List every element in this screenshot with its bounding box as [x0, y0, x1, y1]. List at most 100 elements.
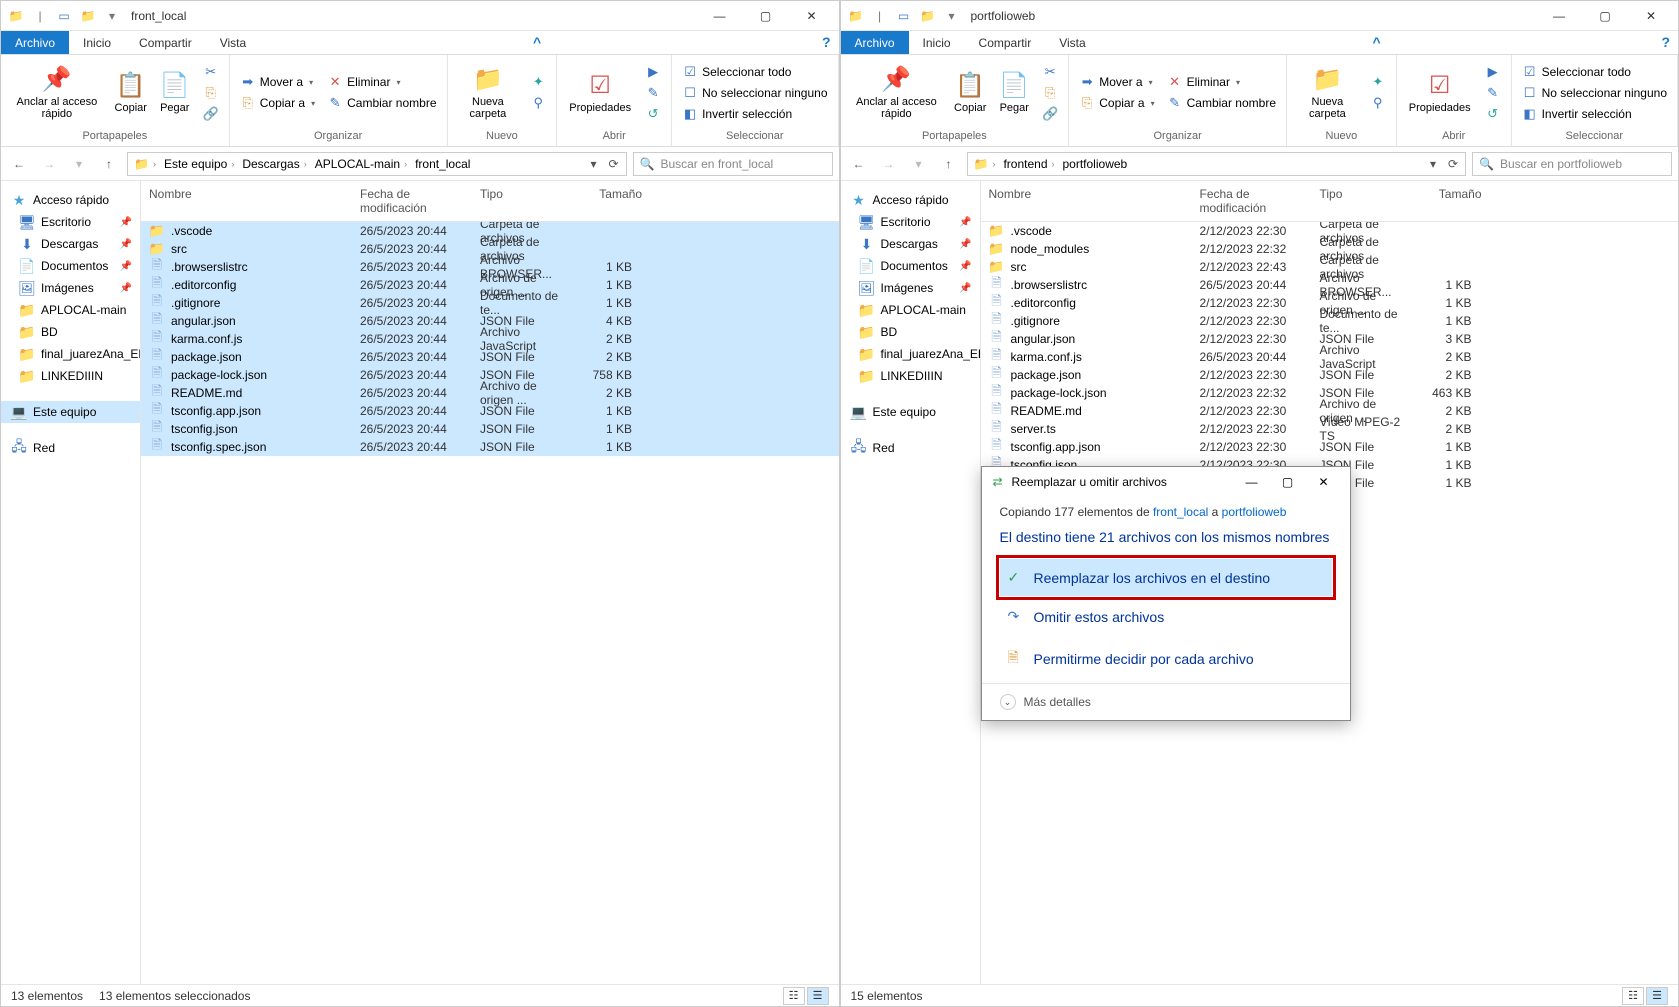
- select-none-button[interactable]: ☐No seleccionar ninguno: [1518, 83, 1671, 103]
- paste-shortcut-button[interactable]: 🔗: [199, 104, 223, 124]
- ribbon-collapse-icon[interactable]: ^: [1364, 31, 1388, 54]
- nav-network[interactable]: 🖧Red: [1, 437, 140, 459]
- properties-icon[interactable]: ▭: [893, 5, 915, 27]
- qat-dropdown-icon[interactable]: ▾: [941, 5, 963, 27]
- file-row[interactable]: 🗎karma.conf.js26/5/2023 20:44Archivo Jav…: [141, 330, 839, 348]
- maximize-button[interactable]: ▢: [743, 1, 789, 31]
- view-details-button[interactable]: ☰: [807, 987, 829, 1005]
- new-item-button[interactable]: ✦: [1366, 72, 1390, 92]
- view-large-icons-button[interactable]: ☷: [783, 987, 805, 1005]
- col-type[interactable]: Tipo: [1316, 181, 1416, 221]
- back-button[interactable]: ←: [7, 152, 31, 176]
- file-row[interactable]: 🗎tsconfig.spec.json26/5/2023 20:44JSON F…: [141, 438, 839, 456]
- close-button[interactable]: ✕: [789, 1, 835, 31]
- file-row[interactable]: 🗎.gitignore26/5/2023 20:44Documento de t…: [141, 294, 839, 312]
- dialog-maximize-button[interactable]: ▢: [1270, 467, 1306, 497]
- easy-access-button[interactable]: ⚲: [1366, 93, 1390, 113]
- file-list[interactable]: Nombre Fecha de modificación Tipo Tamaño…: [141, 181, 839, 984]
- history-button[interactable]: ↺: [641, 104, 665, 124]
- file-row[interactable]: 🗎package.json2/12/2023 22:30JSON File2 K…: [981, 366, 1679, 384]
- col-name[interactable]: Nombre: [981, 181, 1196, 221]
- nav-folder[interactable]: 📁BD: [1, 321, 140, 343]
- history-button[interactable]: ↺: [1481, 104, 1505, 124]
- dialog-dst-link[interactable]: portfolioweb: [1222, 505, 1287, 519]
- addr-dropdown-icon[interactable]: ▾: [584, 153, 604, 175]
- more-details-button[interactable]: Más detalles: [1024, 695, 1091, 709]
- dialog-minimize-button[interactable]: —: [1234, 467, 1270, 497]
- search-input[interactable]: 🔍Buscar en front_local: [633, 152, 833, 176]
- nav-desktop[interactable]: 🖥Escritorio📌: [841, 211, 980, 233]
- pin-quick-access-button[interactable]: 📌Anclar al acceso rápido: [847, 63, 947, 122]
- address-bar[interactable]: 📁› Este equipo› Descargas› APLOCAL-main›…: [127, 152, 627, 176]
- edit-button[interactable]: ✎: [641, 83, 665, 103]
- open-button[interactable]: ▶: [1481, 62, 1505, 82]
- file-row[interactable]: 🗎server.ts2/12/2023 22:30Vídeo MPEG-2 TS…: [981, 420, 1679, 438]
- col-modified[interactable]: Fecha de modificación: [356, 181, 476, 221]
- minimize-button[interactable]: —: [697, 1, 743, 31]
- tab-file[interactable]: Archivo: [1, 31, 69, 54]
- col-name[interactable]: Nombre: [141, 181, 356, 221]
- edit-button[interactable]: ✎: [1481, 83, 1505, 103]
- close-button[interactable]: ✕: [1628, 1, 1674, 31]
- move-to-button[interactable]: ➡Mover a▾: [236, 72, 319, 92]
- nav-quick-access[interactable]: ★Acceso rápido: [841, 189, 980, 211]
- file-row[interactable]: 🗎README.md26/5/2023 20:44Archivo de orig…: [141, 384, 839, 402]
- ribbon-collapse-icon[interactable]: ^: [525, 31, 549, 54]
- nav-desktop[interactable]: 🖥Escritorio📌: [1, 211, 140, 233]
- qat-dropdown-icon[interactable]: ▾: [101, 5, 123, 27]
- paste-button[interactable]: 📄Pegar: [155, 69, 195, 116]
- col-type[interactable]: Tipo: [476, 181, 576, 221]
- help-icon[interactable]: ?: [1653, 31, 1678, 54]
- recent-dropdown[interactable]: ▾: [907, 152, 931, 176]
- col-size[interactable]: Tamaño: [576, 181, 646, 221]
- titlebar[interactable]: 📁 | ▭ 📁 ▾ front_local — ▢ ✕: [1, 1, 839, 31]
- properties-button[interactable]: ☑Propiedades: [563, 69, 637, 116]
- easy-access-button[interactable]: ⚲: [526, 93, 550, 113]
- up-button[interactable]: ↑: [97, 152, 121, 176]
- nav-tree[interactable]: ★Acceso rápido 🖥Escritorio📌 ⬇Descargas📌 …: [1, 181, 141, 984]
- nav-quick-access[interactable]: ★Acceso rápido: [1, 189, 140, 211]
- dialog-titlebar[interactable]: ⇄ Reemplazar u omitir archivos — ▢ ✕: [982, 467, 1350, 497]
- nav-folder[interactable]: 📁APLOCAL-main: [841, 299, 980, 321]
- file-row[interactable]: 🗎package.json26/5/2023 20:44JSON File2 K…: [141, 348, 839, 366]
- option-replace[interactable]: ✓ Reemplazar los archivos en el destino: [1000, 559, 1332, 596]
- nav-network[interactable]: 🖧Red: [841, 437, 980, 459]
- nav-pictures[interactable]: 🖼Imágenes📌: [1, 277, 140, 299]
- refresh-button[interactable]: ⟳: [1443, 153, 1463, 175]
- search-input[interactable]: 🔍Buscar en portfolioweb: [1472, 152, 1672, 176]
- paste-button[interactable]: 📄Pegar: [994, 69, 1034, 116]
- file-row[interactable]: 🗎tsconfig.json26/5/2023 20:44JSON File1 …: [141, 420, 839, 438]
- copy-to-button[interactable]: ⎘Copiar a▾: [1075, 93, 1158, 113]
- cut-button[interactable]: ✂Cortar: [199, 62, 223, 82]
- file-row[interactable]: 🗎.gitignore2/12/2023 22:30Documento de t…: [981, 312, 1679, 330]
- view-large-icons-button[interactable]: ☷: [1622, 987, 1644, 1005]
- tab-home[interactable]: Inicio: [69, 31, 125, 54]
- addr-dropdown-icon[interactable]: ▾: [1423, 153, 1443, 175]
- refresh-button[interactable]: ⟳: [604, 153, 624, 175]
- select-all-button[interactable]: ☑Seleccionar todo: [1518, 62, 1671, 82]
- copy-to-button[interactable]: ⎘Copiar a▾: [236, 93, 319, 113]
- dialog-close-button[interactable]: ✕: [1306, 467, 1342, 497]
- view-details-button[interactable]: ☰: [1646, 987, 1668, 1005]
- nav-folder[interactable]: 📁LINKEDIIIN: [1, 365, 140, 387]
- nav-folder[interactable]: 📁final_juarezAna_EDI: [1, 343, 140, 365]
- rename-button[interactable]: ✎Cambiar nombre: [323, 93, 440, 113]
- tab-home[interactable]: Inicio: [909, 31, 965, 54]
- forward-button[interactable]: →: [877, 152, 901, 176]
- tab-view[interactable]: Vista: [206, 31, 260, 54]
- delete-button[interactable]: ✕Eliminar▾: [1163, 72, 1280, 92]
- open-button[interactable]: ▶: [641, 62, 665, 82]
- tab-view[interactable]: Vista: [1045, 31, 1099, 54]
- new-folder-button[interactable]: 📁Nueva carpeta: [1293, 63, 1362, 122]
- copy-path-button[interactable]: ⎘: [1038, 83, 1062, 103]
- nav-this-pc[interactable]: 💻Este equipo: [841, 401, 980, 423]
- up-button[interactable]: ↑: [937, 152, 961, 176]
- rename-button[interactable]: ✎Cambiar nombre: [1163, 93, 1280, 113]
- nav-documents[interactable]: 📄Documentos📌: [1, 255, 140, 277]
- tab-file[interactable]: Archivo: [841, 31, 909, 54]
- properties-icon[interactable]: ▭: [53, 5, 75, 27]
- maximize-button[interactable]: ▢: [1582, 1, 1628, 31]
- nav-folder[interactable]: 📁APLOCAL-main: [1, 299, 140, 321]
- forward-button[interactable]: →: [37, 152, 61, 176]
- copy-path-button[interactable]: ⎘: [199, 83, 223, 103]
